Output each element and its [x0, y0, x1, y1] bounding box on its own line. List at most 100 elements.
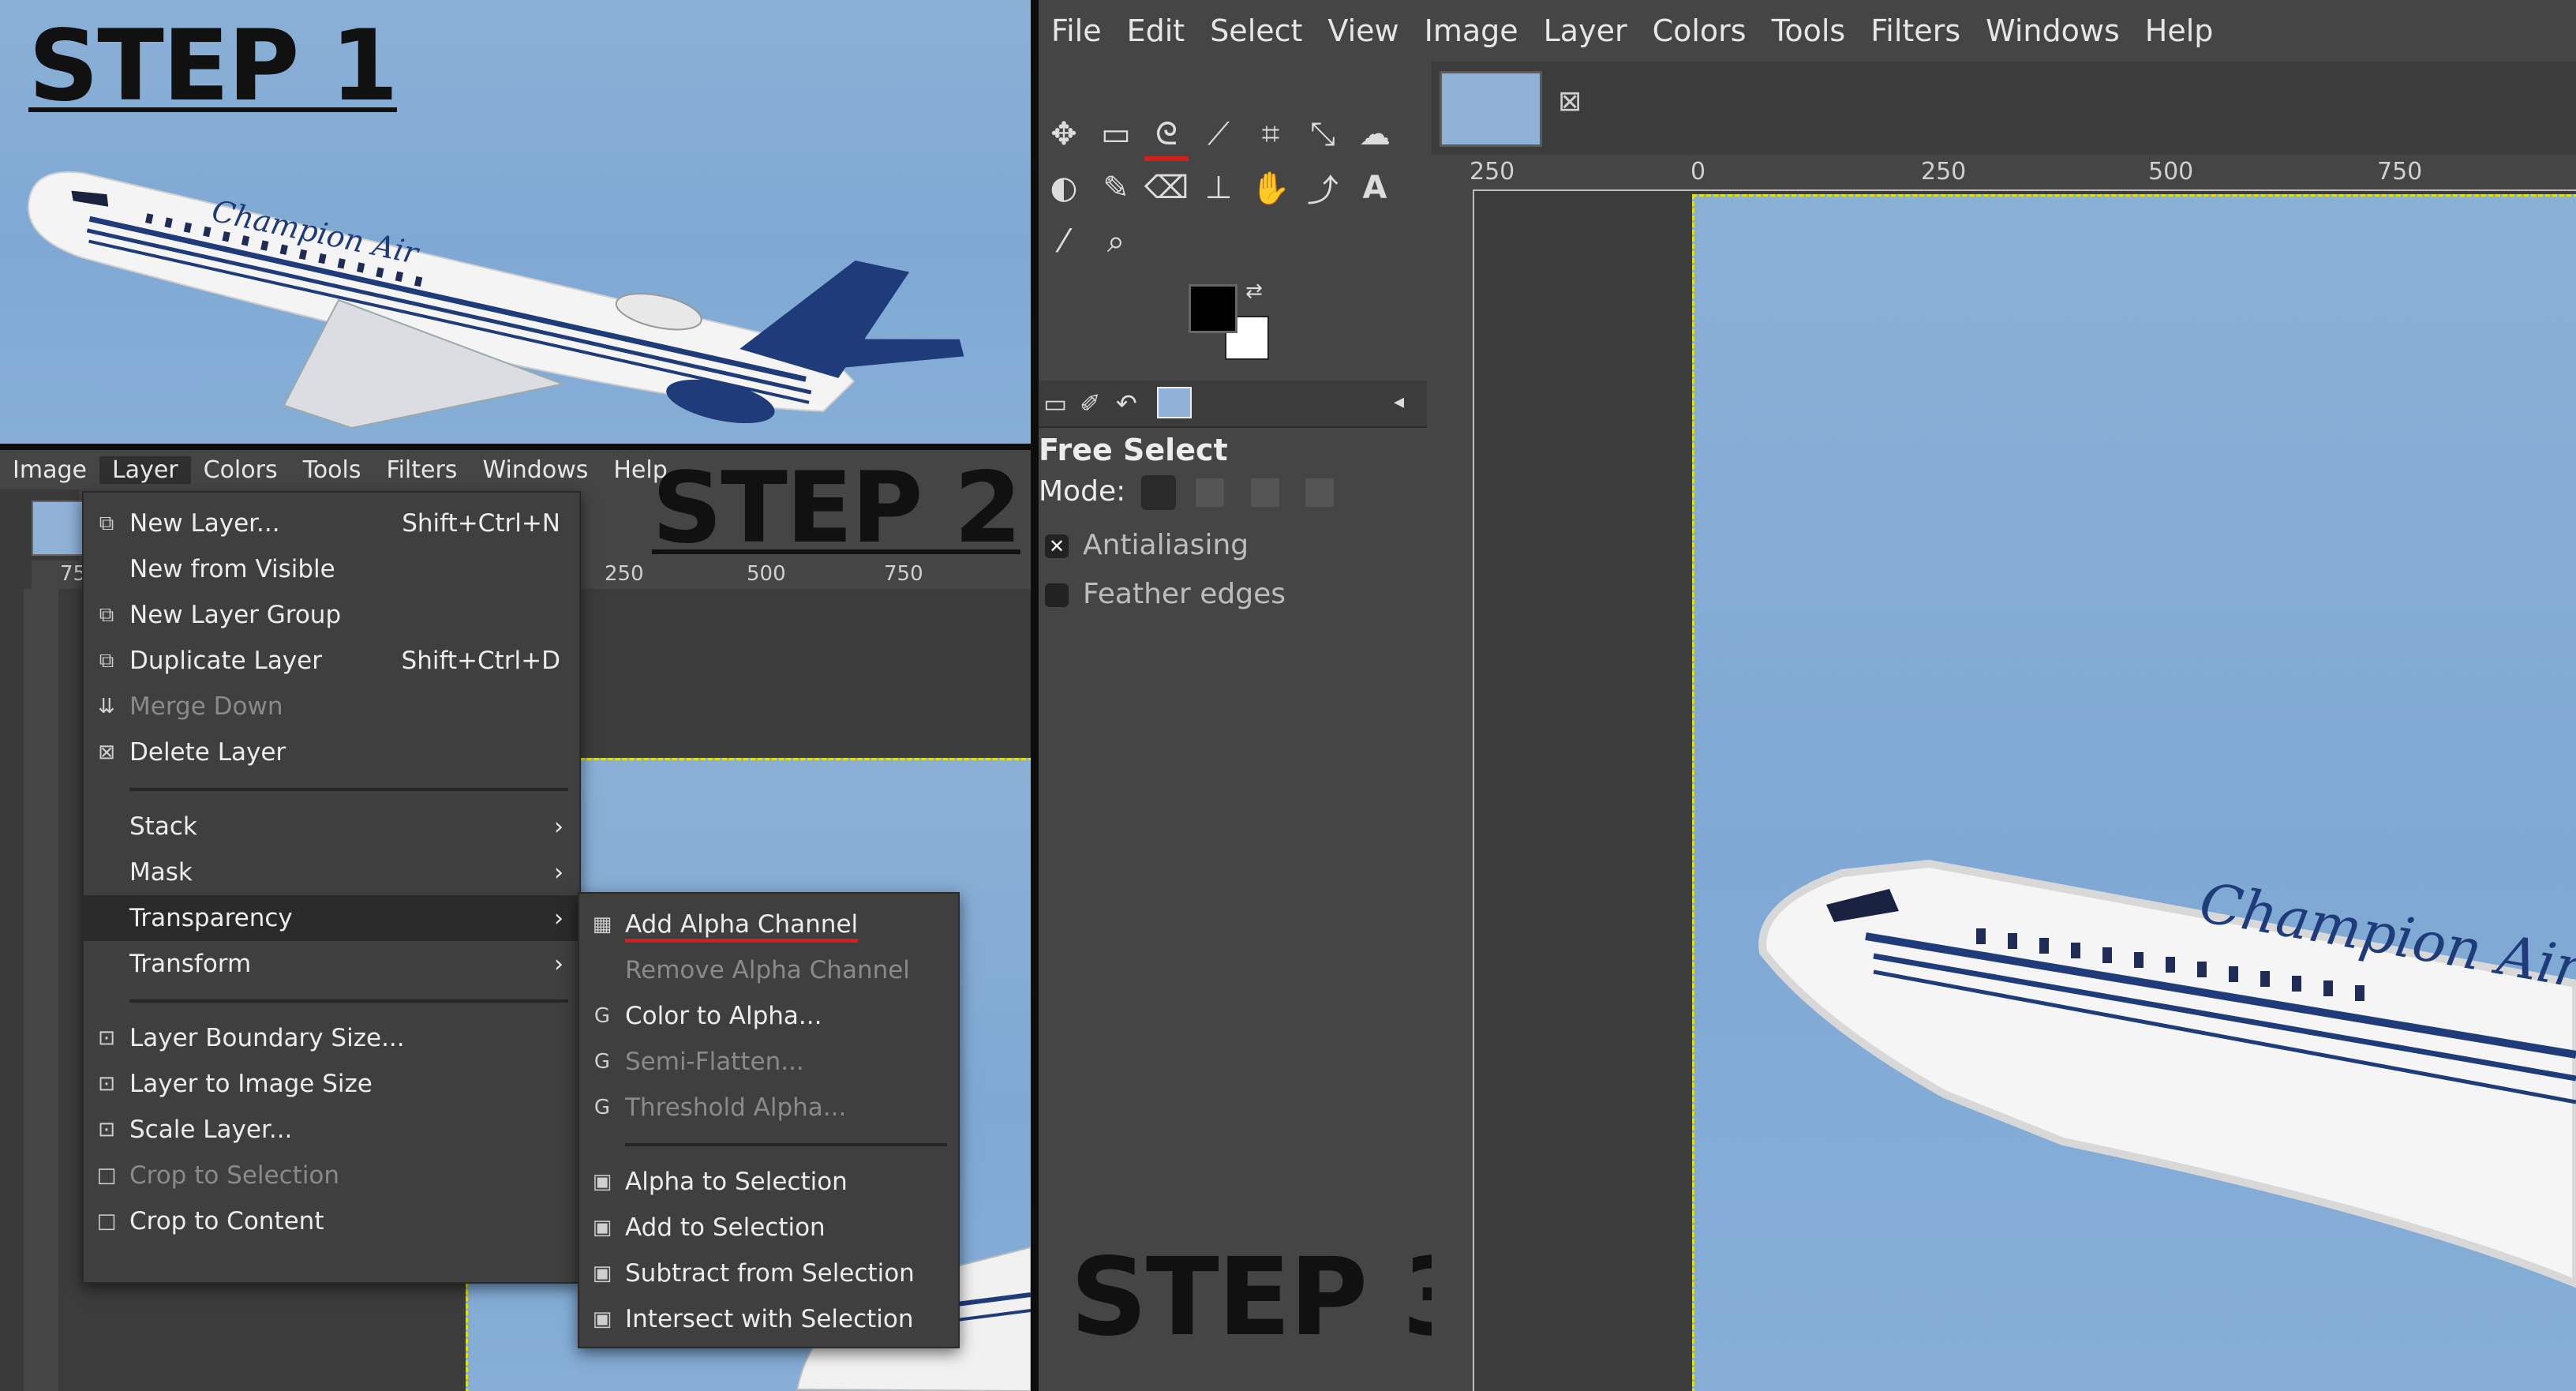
menu-select[interactable]: Select	[1197, 13, 1315, 48]
menu-item-icon: ⇊	[98, 695, 115, 718]
close-tab-icon[interactable]: ⊠	[1558, 85, 1582, 118]
menu-item-label: Intersect with Selection	[625, 1305, 914, 1333]
menu-help[interactable]: Help	[2132, 13, 2226, 48]
menu-filters[interactable]: Filters	[374, 456, 470, 484]
transparency-menu-item[interactable]: ▦ Add Alpha Channel	[579, 902, 958, 947]
antialiasing-checkbox[interactable]: ✕	[1045, 534, 1069, 558]
mode-subtract-icon[interactable]	[1250, 478, 1279, 507]
menu-windows[interactable]: Windows	[470, 456, 601, 484]
transparency-menu-item[interactable]: ▣ Subtract from Selection	[579, 1250, 958, 1296]
smudge-tool-icon[interactable]: ✋	[1249, 166, 1293, 210]
color-picker-tool-icon[interactable]: ⁄	[1042, 219, 1086, 264]
swap-colors-icon[interactable]: ⇄	[1245, 279, 1263, 303]
antialiasing-row[interactable]: ✕ Antialiasing	[1045, 529, 1249, 561]
rect-select-tool-icon[interactable]: ▭	[1094, 112, 1138, 156]
layer-menu-item[interactable]: ⧉ New Layer Group	[84, 592, 579, 638]
feather-checkbox[interactable]	[1045, 583, 1069, 607]
menu-tools[interactable]: Tools	[1759, 13, 1859, 48]
step2-vertical-ruler	[24, 589, 60, 1391]
layer-menu-item[interactable]: □ Crop to Content	[84, 1198, 579, 1244]
layer-menu-item[interactable]: ⊠ Delete Layer	[84, 729, 579, 775]
fuzzy-select-tool-icon[interactable]: ⟋	[1196, 112, 1241, 156]
warp-transform-tool-icon[interactable]: ☁	[1353, 112, 1397, 156]
menu-filters[interactable]: Filters	[1858, 13, 1973, 48]
ruler-tick: 500	[2148, 158, 2194, 186]
transparency-menu-item[interactable]: ▣ Alpha to Selection	[579, 1159, 958, 1205]
menu-item-label: Alpha to Selection	[625, 1168, 848, 1196]
mode-add-icon[interactable]	[1196, 478, 1225, 507]
paths-tool-icon[interactable]: ⤴	[1301, 166, 1345, 210]
menu-item-icon: ▣	[592, 1170, 612, 1194]
images-tab-icon[interactable]	[1157, 387, 1192, 418]
menu-item-shortcut: Shift+Ctrl+D	[401, 647, 560, 675]
move-tool-icon[interactable]: ✥	[1042, 112, 1086, 156]
menu-colors[interactable]: Colors	[1640, 13, 1759, 48]
menu-item-icon: ⊠	[98, 740, 115, 764]
image-tab-thumbnail[interactable]	[32, 501, 90, 556]
free-select-tool-icon[interactable]: ᘓ	[1144, 112, 1189, 161]
layer-menu-item[interactable]: ⧉ New Layer... Shift+Ctrl+N	[84, 501, 579, 546]
menu-item-label: Semi-Flatten...	[625, 1048, 804, 1076]
text-tool-icon[interactable]: A	[1353, 166, 1397, 210]
transparency-menu-item[interactable]: G Threshold Alpha...	[579, 1085, 958, 1130]
menu-tools[interactable]: Tools	[290, 456, 374, 484]
layer-menu-item[interactable]: Mask ›	[84, 849, 579, 895]
menu-colors[interactable]: Colors	[191, 456, 290, 484]
feather-row[interactable]: Feather edges	[1045, 578, 1286, 610]
layer-menu-item[interactable]: Stack ›	[84, 804, 579, 849]
zoom-tool-icon[interactable]: ⌕	[1094, 219, 1138, 264]
layer-menu-item[interactable]: □ Crop to Selection	[84, 1153, 579, 1198]
menu-item-label: New Layer Group	[129, 601, 342, 629]
menu-view[interactable]: View	[1315, 13, 1411, 48]
menu-item-icon: G	[593, 1004, 611, 1028]
menu-layer[interactable]: Layer	[1531, 13, 1640, 48]
menu-item-label: New from Visible	[129, 555, 335, 583]
crop-tool-icon[interactable]: ⌗	[1249, 112, 1293, 156]
layer-menu-item[interactable]: ⊡ Scale Layer...	[84, 1107, 579, 1153]
menu-item-label: Mask	[129, 858, 193, 887]
unified-transform-tool-icon[interactable]: ⤡	[1301, 112, 1345, 156]
layer-menu-item[interactable]: ⇊ Merge Down	[84, 684, 579, 729]
transparency-menu-item[interactable]: G Semi-Flatten...	[579, 1039, 958, 1085]
transparency-menu-item[interactable]: ▣ Add to Selection	[579, 1205, 958, 1250]
transparency-menu-item[interactable]: G Color to Alpha...	[579, 993, 958, 1039]
eraser-tool-icon[interactable]: ⌫	[1144, 166, 1189, 210]
transparency-menu-item[interactable]: ▣ Intersect with Selection	[579, 1296, 958, 1342]
menu-image[interactable]: Image	[0, 456, 99, 484]
menu-file[interactable]: File	[1039, 13, 1114, 48]
bucket-fill-tool-icon[interactable]: ◐	[1042, 166, 1086, 210]
menu-layer[interactable]: Layer	[99, 456, 191, 484]
menu-windows[interactable]: Windows	[1973, 13, 2132, 48]
airplane-photo-step3: Champion Air	[1758, 859, 2576, 1288]
layer-menu-item[interactable]: Transparency ›	[84, 895, 579, 941]
menu-edit[interactable]: Edit	[1114, 13, 1198, 48]
device-status-tab-icon[interactable]: ✐	[1080, 388, 1101, 418]
step3-horizontal-ruler: 250 0 250 500 750	[1432, 155, 2576, 191]
layer-menu-item[interactable]: ⊡ Layer to Image Size	[84, 1061, 579, 1107]
layer-menu-item[interactable]: New from Visible	[84, 546, 579, 592]
menu-item-icon: ⊡	[98, 1072, 115, 1096]
layer-menu-item[interactable]: Transform ›	[84, 941, 579, 987]
layer-menu-item[interactable]: ⊡ Layer Boundary Size...	[84, 1015, 579, 1061]
ruler-tick: 750	[2377, 158, 2423, 186]
undo-history-tab-icon[interactable]: ↶	[1116, 388, 1137, 418]
transparency-menu-item[interactable]: Remove Alpha Channel	[579, 947, 958, 993]
menu-item-label: Crop to Selection	[129, 1161, 340, 1190]
image-tab[interactable]	[1440, 71, 1542, 147]
paintbrush-tool-icon[interactable]: ✎	[1094, 166, 1138, 210]
menu-image[interactable]: Image	[1412, 13, 1531, 48]
ruler-tick: 250	[1470, 158, 1515, 186]
antialiasing-label: Antialiasing	[1083, 529, 1249, 561]
tool-options-tab-icon[interactable]: ▭	[1043, 388, 1067, 418]
mode-intersect-icon[interactable]	[1305, 478, 1335, 507]
clone-tool-icon[interactable]: ⊥	[1196, 166, 1241, 210]
step3-menubar: File Edit Select View Image Layer Colors…	[1039, 0, 2576, 62]
layer-menu-item[interactable]: ⧉ Duplicate Layer Shift+Ctrl+D	[84, 638, 579, 684]
ruler-tick: 0	[1690, 158, 1706, 186]
menu-separator	[625, 1143, 947, 1146]
dock-menu-icon[interactable]: ◂	[1394, 390, 1404, 414]
foreground-color-swatch[interactable]	[1189, 284, 1237, 333]
mode-replace-icon[interactable]	[1140, 475, 1176, 510]
toolbox: ✥ ▭ ᘓ ⟋ ⌗ ⤡ ☁ ◐ ✎ ⌫ ⊥ ✋ ⤴ A ⁄ ⌕ ⇄ ▭ ✐ ↶ …	[1039, 62, 1477, 1391]
menu-item-label: Transform	[129, 950, 252, 978]
